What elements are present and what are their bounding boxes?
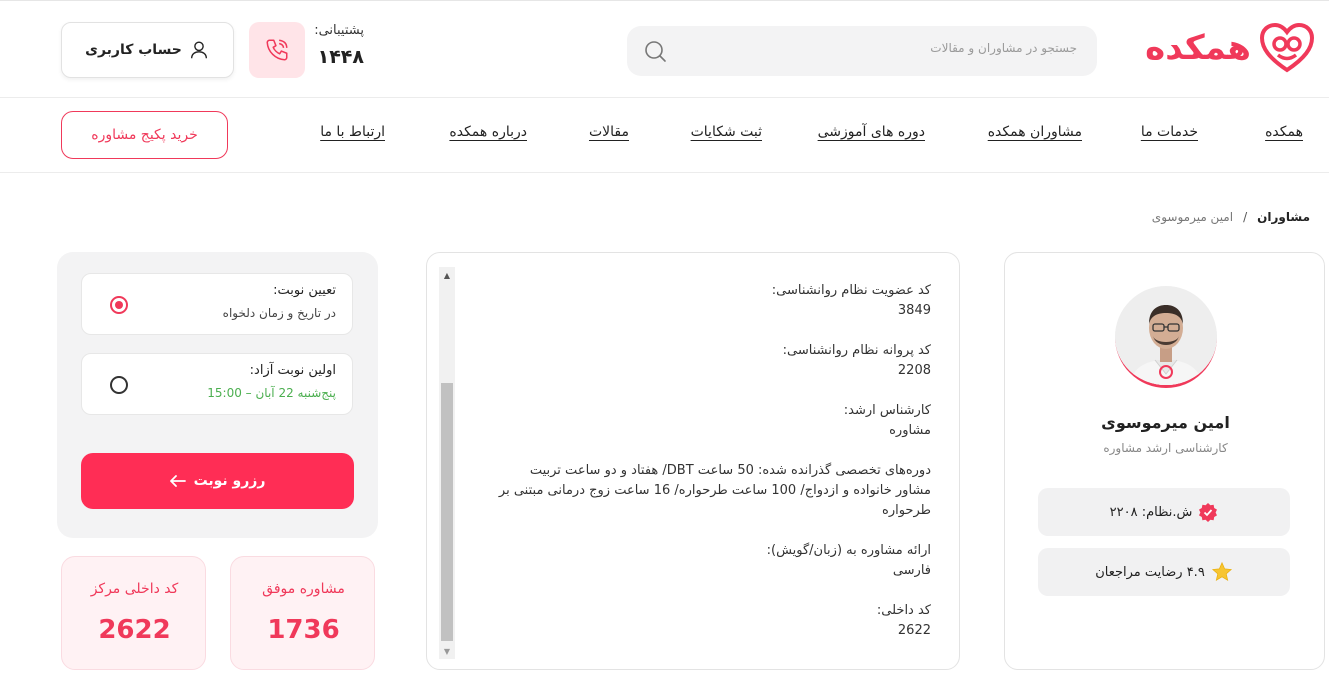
arrow-left-icon: [169, 475, 186, 487]
search-icon[interactable]: [643, 39, 667, 63]
option-subtitle: پنج‌شنبه 22 آبان – 15:00: [207, 386, 336, 400]
nav-item-about[interactable]: درباره همکده: [449, 124, 527, 140]
breadcrumb: مشاوران / امین میرموسوی: [1152, 210, 1310, 224]
stat-value: 1736: [267, 615, 340, 645]
reserve-button[interactable]: رزرو نوبت: [81, 453, 354, 509]
stat-label: کد داخلی مرکز: [90, 581, 179, 597]
verified-icon: [1199, 503, 1218, 522]
detail-value: فارسی: [892, 563, 931, 578]
option-custom-time[interactable]: تعیین نوبت: در تاریخ و زمان دلخواه: [81, 273, 353, 335]
logo-heart-icon: [1259, 22, 1315, 73]
scroll-down-arrow-icon[interactable]: ▼: [439, 643, 455, 659]
detail-label: کد داخلی:: [876, 603, 931, 618]
detail-value: 2208: [897, 363, 931, 378]
nav-divider-top: [0, 97, 1329, 98]
reserve-label: رزرو نوبت: [193, 473, 266, 489]
option-title: تعیین نوبت:: [273, 283, 336, 298]
booking-card: تعیین نوبت: در تاریخ و زمان دلخواه اولین…: [57, 252, 378, 538]
nav-item-counselors[interactable]: مشاوران همکده: [988, 124, 1082, 140]
breadcrumb-separator: /: [1243, 210, 1248, 224]
radio-selected[interactable]: [110, 296, 128, 314]
search-input[interactable]: جستجو در مشاوران و مقالات: [930, 41, 1077, 55]
detail-degree: کارشناس ارشد: مشاوره: [491, 401, 931, 441]
license-text: ش.نظام: ۲۲۰۸: [1109, 504, 1193, 520]
phone-icon: [266, 39, 288, 61]
profile-card: امین میرموسوی کارشناسی ارشد مشاوره ش.نظا…: [1004, 252, 1325, 670]
detail-courses: دوره‌های تخصصی گذرانده شده: 50 ساعت DBT/…: [491, 461, 931, 521]
details-card: ▲ ▼ کد عضویت نظام روانشناسی: 3849 کد پرو…: [426, 252, 960, 670]
counselor-title: کارشناسی ارشد مشاوره: [1103, 441, 1228, 455]
stat-successful-sessions: مشاوره موفق 1736: [230, 556, 375, 670]
nav-item-articles[interactable]: مقالات: [589, 124, 629, 140]
rating-text: ۴.۹ رضایت مراجعان: [1095, 564, 1205, 580]
nav-item-services[interactable]: خدمات ما: [1141, 124, 1198, 140]
brand-logo[interactable]: همکده: [1105, 22, 1315, 74]
buy-package-button[interactable]: خرید پکیج مشاوره: [61, 111, 228, 159]
avatar-image: [1115, 286, 1217, 385]
phone-button[interactable]: [249, 22, 305, 78]
breadcrumb-counselors[interactable]: مشاوران: [1257, 210, 1310, 224]
top-divider: [0, 0, 1329, 3]
detail-label: کارشناس ارشد:: [843, 403, 931, 418]
counselor-name: امین میرموسوی: [1101, 413, 1230, 432]
account-button[interactable]: حساب کاربری: [61, 22, 234, 78]
user-icon: [190, 41, 207, 59]
nav-item-home[interactable]: همکده: [1265, 124, 1303, 140]
option-title: اولین نوبت آزاد:: [249, 363, 336, 378]
detail-value: مشاوره: [889, 423, 931, 438]
scroll-up-arrow-icon[interactable]: ▲: [439, 267, 455, 283]
detail-license: کد پروانه نظام روانشناسی: 2208: [491, 341, 931, 381]
option-first-available[interactable]: اولین نوبت آزاد: پنج‌شنبه 22 آبان – 15:0…: [81, 353, 353, 415]
support-label: پشتیبانی:: [314, 23, 364, 38]
detail-internal-code: کد داخلی: 2622: [491, 601, 931, 641]
scrollbar-thumb[interactable]: [441, 383, 453, 641]
detail-label: کد عضویت نظام روانشناسی:: [771, 283, 931, 298]
brand-name: همکده: [1145, 28, 1251, 68]
detail-label: کد پروانه نظام روانشناسی:: [782, 343, 931, 358]
radio-unselected[interactable]: [110, 376, 128, 394]
detail-value: 3849: [897, 303, 931, 318]
stat-value: 2622: [98, 615, 171, 645]
search-box[interactable]: جستجو در مشاوران و مقالات: [627, 26, 1097, 76]
nav-item-courses[interactable]: دوره های آموزشی: [818, 124, 925, 140]
detail-language: ارائه مشاوره به (زبان/گویش): فارسی: [491, 541, 931, 581]
nav-divider-bottom: [0, 172, 1329, 173]
stat-label: مشاوره موفق: [262, 581, 345, 597]
rating-badge: ۴.۹ رضایت مراجعان: [1038, 548, 1290, 596]
license-badge: ش.نظام: ۲۲۰۸: [1038, 488, 1290, 536]
star-icon: [1211, 561, 1232, 582]
option-subtitle: در تاریخ و زمان دلخواه: [222, 306, 336, 320]
stat-center-code: کد داخلی مرکز 2622: [61, 556, 206, 670]
detail-value: 2622: [897, 623, 931, 638]
detail-membership: کد عضویت نظام روانشناسی: 3849: [491, 281, 931, 321]
breadcrumb-current: امین میرموسوی: [1151, 210, 1234, 224]
support-number: ۱۴۴۸: [317, 46, 364, 68]
detail-label: دوره‌های تخصصی گذرانده شده: 50 ساعت DBT/…: [498, 463, 931, 518]
nav-item-complaints[interactable]: ثبت شکایات: [691, 124, 762, 140]
avatar: [1115, 286, 1217, 388]
detail-label: ارائه مشاوره به (زبان/گویش):: [766, 543, 931, 558]
account-label: حساب کاربری: [85, 42, 182, 58]
nav-item-contact[interactable]: ارتباط با ما: [320, 124, 385, 140]
